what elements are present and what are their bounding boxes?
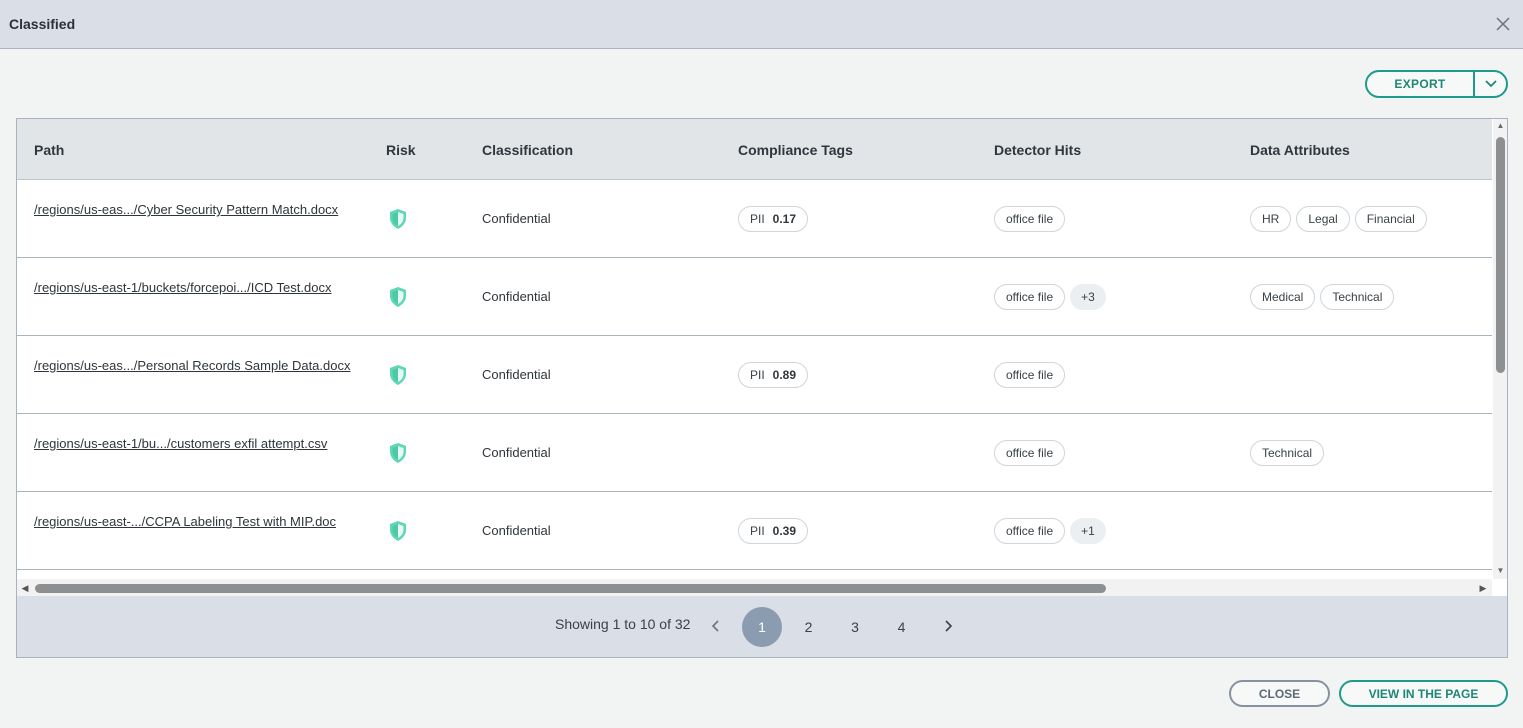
- compliance-tag-score: 0.39: [772, 523, 797, 538]
- file-path-link[interactable]: /regions/us-eas.../Personal Records Samp…: [34, 355, 354, 376]
- file-path-link[interactable]: /regions/us-east-1/bu.../customers exfil…: [34, 433, 354, 454]
- shield-icon: [388, 520, 408, 542]
- pagination-summary: Showing 1 to 10 of 32: [555, 616, 691, 632]
- data-attribute-chip[interactable]: Legal: [1296, 205, 1350, 232]
- data-attributes-cell: HR Legal Financial: [1250, 180, 1432, 257]
- classification-value: Confidential: [482, 211, 551, 226]
- table-row[interactable]: /regions/us-eas.../Cyber Security Patter…: [17, 180, 1492, 258]
- classification-cell: Confidential: [482, 414, 551, 491]
- detector-more-chip[interactable]: +1: [1070, 517, 1106, 544]
- export-button-group: EXPORT: [1365, 70, 1508, 98]
- data-attributes-cell: Medical Technical: [1250, 258, 1399, 335]
- scroll-up-icon[interactable]: ▲: [1496, 121, 1505, 131]
- detector-hits-cell: office file: [994, 414, 1070, 491]
- compliance-tag-chip[interactable]: PII 0.17: [738, 205, 809, 232]
- vertical-scroll-thumb[interactable]: [1496, 137, 1505, 373]
- detector-hits-cell: office file +1: [994, 492, 1111, 569]
- detector-hits-cell: office file: [994, 336, 1070, 413]
- file-path-link[interactable]: /regions/us-eas.../Cyber Security Patter…: [34, 199, 354, 220]
- classification-cell: Confidential: [482, 258, 551, 335]
- data-attribute-chip[interactable]: Technical: [1250, 439, 1325, 466]
- compliance-tags-cell: PII 0.17: [738, 180, 813, 257]
- table-row[interactable]: /regions/us-east-1/buckets/forcepoi.../I…: [17, 258, 1492, 336]
- classification-cell: Confidential: [482, 492, 551, 569]
- results-table-panel: Path Risk Classification Compliance Tags…: [16, 118, 1508, 658]
- results-table: Path Risk Classification Compliance Tags…: [17, 119, 1492, 579]
- compliance-tag-label: PII: [750, 211, 765, 226]
- detector-hit-chip[interactable]: office file: [994, 439, 1066, 466]
- classification-cell: Confidential: [482, 180, 551, 257]
- column-header-data-attributes[interactable]: Data Attributes: [1250, 119, 1350, 180]
- chevron-down-icon: [1484, 80, 1497, 88]
- classification-value: Confidential: [482, 445, 551, 460]
- compliance-tag-label: PII: [750, 367, 765, 382]
- shield-icon: [388, 442, 408, 464]
- classification-value: Confidential: [482, 289, 551, 304]
- page-number-button[interactable]: 3: [835, 607, 875, 647]
- scroll-right-icon[interactable]: ▶: [1478, 582, 1488, 594]
- compliance-tags-cell: PII 0.89: [738, 336, 813, 413]
- column-header-detector-hits[interactable]: Detector Hits: [994, 119, 1081, 180]
- compliance-tag-score: 0.17: [772, 211, 797, 226]
- detector-hit-chip[interactable]: office file: [994, 517, 1066, 544]
- dialog-header: Classified: [0, 0, 1523, 49]
- data-attribute-chip[interactable]: Technical: [1320, 283, 1395, 310]
- scroll-down-icon[interactable]: ▼: [1496, 566, 1505, 576]
- column-header-path[interactable]: Path: [34, 119, 64, 180]
- data-attribute-chip[interactable]: HR: [1250, 205, 1292, 232]
- detector-hit-chip[interactable]: office file: [994, 361, 1066, 388]
- compliance-tag-chip[interactable]: PII 0.89: [738, 361, 809, 388]
- compliance-tag-score: 0.89: [772, 367, 797, 382]
- file-path-link[interactable]: /regions/us-east-.../CCPA Labeling Test …: [34, 511, 354, 532]
- compliance-tag-label: PII: [750, 523, 765, 538]
- detector-hits-cell: office file: [994, 180, 1070, 257]
- shield-icon: [388, 286, 408, 308]
- table-row[interactable]: /regions/us-east-.../CCPA Labeling Test …: [17, 492, 1492, 570]
- data-attributes-cell: Technical: [1250, 414, 1329, 491]
- file-path-link[interactable]: /regions/us-east-1/buckets/forcepoi.../I…: [34, 277, 354, 298]
- page-number-button[interactable]: 4: [882, 607, 922, 647]
- compliance-tag-chip[interactable]: PII 0.39: [738, 517, 809, 544]
- table-header: Path Risk Classification Compliance Tags…: [17, 119, 1492, 180]
- horizontal-scrollbar[interactable]: ◀ ▶: [17, 579, 1492, 596]
- shield-icon: [388, 208, 408, 230]
- export-dropdown-toggle[interactable]: [1475, 72, 1506, 96]
- page-number-button[interactable]: 2: [789, 607, 829, 647]
- dialog-title: Classified: [9, 16, 76, 32]
- shield-icon: [388, 364, 408, 386]
- detector-hits-cell: office file +3: [994, 258, 1111, 335]
- compliance-tags-cell: PII 0.39: [738, 492, 813, 569]
- column-header-compliance-tags[interactable]: Compliance Tags: [738, 119, 853, 180]
- horizontal-scroll-thumb[interactable]: [35, 584, 1106, 593]
- chevron-left-icon[interactable]: [709, 618, 723, 634]
- page-number-button[interactable]: 1: [742, 607, 782, 647]
- close-button[interactable]: CLOSE: [1229, 680, 1330, 707]
- vertical-scrollbar[interactable]: ▲ ▼: [1493, 119, 1507, 579]
- pagination: Showing 1 to 10 of 32 1234: [17, 596, 1507, 657]
- export-button[interactable]: EXPORT: [1367, 72, 1475, 96]
- view-in-page-button[interactable]: VIEW IN THE PAGE: [1339, 680, 1508, 707]
- chevron-right-icon[interactable]: [941, 618, 955, 634]
- data-attribute-chip[interactable]: Financial: [1354, 205, 1427, 232]
- scroll-left-icon[interactable]: ◀: [20, 582, 30, 594]
- classification-value: Confidential: [482, 367, 551, 382]
- close-icon[interactable]: [1493, 14, 1513, 34]
- detector-hit-chip[interactable]: office file: [994, 205, 1066, 232]
- table-row[interactable]: /regions/us-eas.../Personal Records Samp…: [17, 336, 1492, 414]
- detector-more-chip[interactable]: +3: [1070, 283, 1106, 310]
- detector-hit-chip[interactable]: office file: [994, 283, 1066, 310]
- classification-value: Confidential: [482, 523, 551, 538]
- column-header-risk[interactable]: Risk: [386, 119, 416, 180]
- table-row[interactable]: /regions/us-east-1/bu.../customers exfil…: [17, 414, 1492, 492]
- column-header-classification[interactable]: Classification: [482, 119, 573, 180]
- classification-cell: Confidential: [482, 336, 551, 413]
- data-attribute-chip[interactable]: Medical: [1250, 283, 1316, 310]
